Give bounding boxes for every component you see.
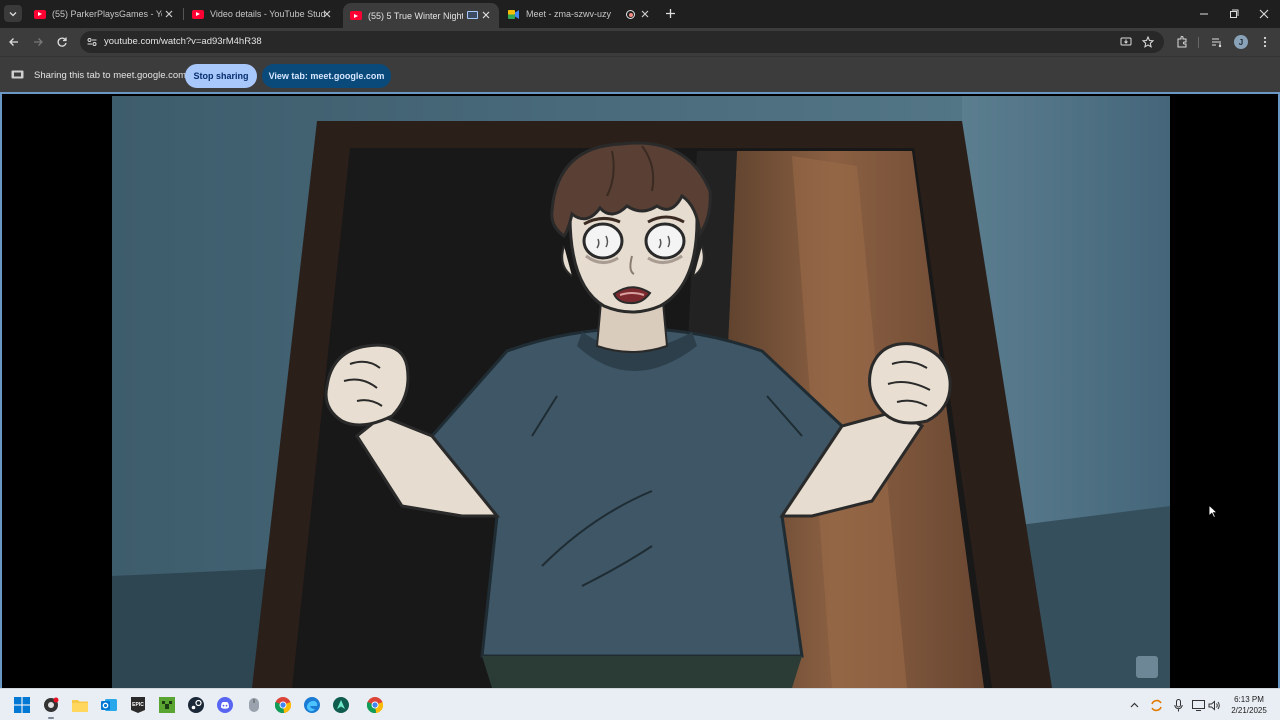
close-icon [1259,9,1269,19]
system-clock[interactable]: 6:13 PM 2/21/2025 [1226,694,1272,716]
right-eye [644,222,686,260]
forward-button[interactable] [30,34,46,50]
minimize-icon [1200,13,1208,15]
sync-icon[interactable] [1149,698,1163,712]
reload-button[interactable] [54,34,70,50]
mouse-cursor-icon [1208,504,1218,518]
start-icon[interactable] [12,695,32,715]
tab-video-details[interactable]: Video details - YouTube Studio [186,2,340,26]
install-app-icon[interactable] [1119,35,1133,49]
reload-icon [57,37,67,47]
plus-icon [666,9,675,18]
chrome-active-icon[interactable] [365,695,385,715]
new-tab-button[interactable] [664,7,677,20]
tab-google-meet[interactable]: Meet - zma-szwv-uzy [502,2,658,26]
extensions-button[interactable] [1174,34,1190,50]
restore-icon [1230,9,1239,18]
video-player[interactable] [112,96,1170,688]
tab-parkerplaysgames[interactable]: (55) ParkerPlaysGames - YouTube [28,2,182,26]
close-icon[interactable] [480,9,491,20]
arrow-left-icon [9,38,18,46]
close-icon[interactable] [163,8,174,19]
back-button[interactable] [6,34,22,50]
media-queue-icon [1212,38,1222,48]
cursor-app-icon[interactable] [331,695,351,715]
profile-avatar[interactable]: J [1234,35,1248,49]
discord-icon[interactable] [215,695,235,715]
recording-icon [626,10,635,19]
kebab-menu-icon [1263,36,1267,48]
network-display-icon[interactable] [1191,698,1205,712]
clock-date: 2/21/2025 [1231,706,1267,715]
minecraft-icon[interactable] [157,695,177,715]
microphone-icon[interactable] [1171,698,1185,712]
close-icon[interactable] [639,8,650,19]
url-text: youtube.com/watch?v=ad93rM4hR38 [104,36,262,47]
stop-sharing-button[interactable]: Stop sharing [185,64,257,88]
chevron-down-icon [9,11,17,16]
video-frame-illustration [112,96,1170,688]
site-info-icon[interactable] [85,35,99,49]
bookmark-star-icon[interactable] [1141,35,1155,49]
sharing-message: Sharing this tab to meet.google.com [34,70,187,81]
address-bar[interactable]: youtube.com/watch?v=ad93rM4hR38 [80,31,1164,53]
puzzle-icon [1177,36,1187,48]
shared-video-viewport[interactable] [0,92,1280,688]
close-icon[interactable] [321,8,332,19]
screen-share-icon [11,70,24,79]
arrow-right-icon [34,38,43,46]
youtube-icon [34,9,46,19]
tab-sharing-bar: Sharing this tab to meet.google.com Stop… [0,56,1280,92]
tab-search-button[interactable] [4,5,22,22]
view-tab-button[interactable]: View tab: meet.google.com [262,64,391,88]
youtube-icon [350,11,362,20]
windows-taskbar: EPIC 6:13 PM 2/21/2025 [0,688,1280,720]
media-controls-button[interactable] [1209,34,1225,50]
left-eye [582,222,624,260]
minimize-button[interactable] [1196,6,1212,22]
record-app-icon[interactable] [41,695,61,719]
sharing-screen-icon [467,11,478,19]
google-meet-icon [508,9,519,19]
file-explorer-icon[interactable] [70,695,90,715]
chrome-menu-button[interactable] [1257,34,1273,50]
meet-self-view-thumbnail[interactable] [1136,656,1158,678]
clock-time: 6:13 PM [1234,695,1264,704]
epic-games-icon[interactable]: EPIC [128,695,148,715]
browser-toolbar: youtube.com/watch?v=ad93rM4hR38 J [0,28,1280,56]
restore-button[interactable] [1226,6,1242,22]
chevron-up-icon[interactable] [1127,698,1141,712]
tab-winter-night-video[interactable]: (55) 5 True Winter Night Alone [343,3,499,28]
shirt [430,327,844,658]
close-window-button[interactable] [1256,6,1272,22]
edge-icon[interactable] [302,695,322,715]
youtube-studio-icon [192,9,204,19]
svg-text:EPIC: EPIC [132,702,144,708]
chrome-icon[interactable] [273,695,293,715]
volume-icon[interactable] [1207,698,1221,712]
outlook-icon[interactable] [99,695,119,715]
steam-icon[interactable] [186,695,206,715]
mouse-app-icon[interactable] [244,695,264,715]
tab-strip: (55) ParkerPlaysGames - YouTube Video de… [0,0,1280,28]
